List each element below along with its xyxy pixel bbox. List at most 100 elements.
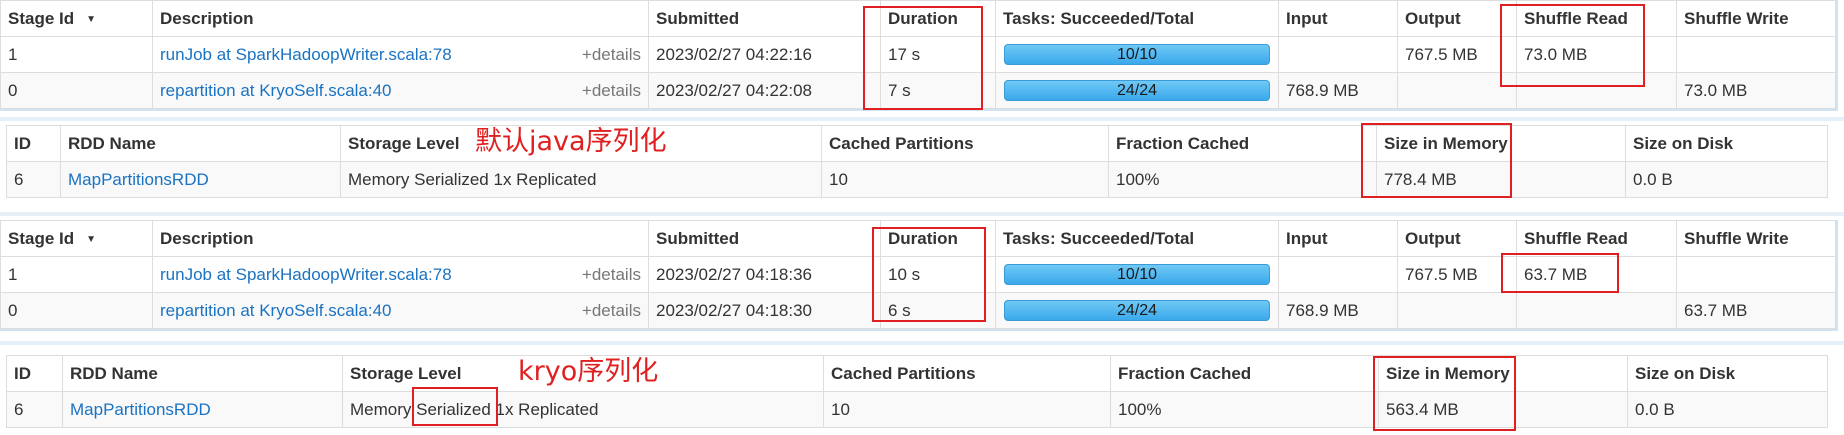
rdd-name: MapPartitionsRDD xyxy=(60,161,341,198)
col-shuffle-write[interactable]: Shuffle Write xyxy=(1676,0,1836,37)
col-stage-id[interactable]: Stage Id ▼ xyxy=(0,220,153,257)
stage-input xyxy=(1278,256,1398,293)
stage-tasks: 24/24 xyxy=(995,292,1279,329)
col-rdd-name[interactable]: RDD Name xyxy=(60,125,341,162)
rdd-link[interactable]: MapPartitionsRDD xyxy=(68,170,209,189)
sort-desc-icon[interactable]: ▼ xyxy=(86,14,96,25)
stage-duration: 17 s xyxy=(880,36,996,73)
stage-shuffle-read: 63.7 MB xyxy=(1516,256,1677,293)
stages-table-java: Stage Id ▼ Description Submitted Duration… xyxy=(0,0,1838,111)
stage-submitted: 2023/02/27 04:22:08 xyxy=(648,72,881,109)
col-shuffle-read[interactable]: Shuffle Read xyxy=(1516,220,1677,257)
annotation-java: 默认java序列化 xyxy=(475,126,667,157)
stage-description: runJob at SparkHadoopWriter.scala:78 +det… xyxy=(152,256,649,293)
stage-submitted: 2023/02/27 04:18:36 xyxy=(648,256,881,293)
table-row: 6 MapPartitionsRDD Memory Serialized 1x … xyxy=(6,391,1828,428)
tasks-progress-bar: 24/24 xyxy=(1004,300,1270,321)
stage-output xyxy=(1397,292,1517,329)
details-toggle[interactable]: +details xyxy=(582,301,648,321)
stage-description: runJob at SparkHadoopWriter.scala:78 +det… xyxy=(152,36,649,73)
stage-output: 767.5 MB xyxy=(1397,256,1517,293)
rdd-storage-level: Memory Serialized 1x Replicated xyxy=(342,391,824,428)
rdd-name: MapPartitionsRDD xyxy=(62,391,343,428)
stage-shuffle-write: 73.0 MB xyxy=(1676,72,1836,109)
col-stage-id[interactable]: Stage Id ▼ xyxy=(0,0,153,37)
col-cached-partitions[interactable]: Cached Partitions xyxy=(823,355,1111,392)
col-id[interactable]: ID xyxy=(6,125,61,162)
stage-input xyxy=(1278,36,1398,73)
col-duration[interactable]: Duration xyxy=(880,0,996,37)
col-id[interactable]: ID xyxy=(6,355,63,392)
storage-table-kryo: ID RDD Name Storage Level Cached Partiti… xyxy=(6,355,1828,428)
stage-id: 1 xyxy=(0,36,153,73)
stage-tasks: 10/10 xyxy=(995,36,1279,73)
stage-shuffle-write xyxy=(1676,256,1836,293)
table-row: 1 runJob at SparkHadoopWriter.scala:78 +d… xyxy=(0,256,1836,293)
rdd-link[interactable]: MapPartitionsRDD xyxy=(70,400,211,419)
stage-id: 0 xyxy=(0,292,153,329)
tasks-progress-bar: 10/10 xyxy=(1004,44,1270,65)
col-duration[interactable]: Duration xyxy=(880,220,996,257)
col-tasks[interactable]: Tasks: Succeeded/Total xyxy=(995,0,1279,37)
stage-description: repartition at KryoSelf.scala:40 +details xyxy=(152,292,649,329)
stage-duration: 6 s xyxy=(880,292,996,329)
stage-duration: 10 s xyxy=(880,256,996,293)
col-fraction-cached[interactable]: Fraction Cached xyxy=(1110,355,1379,392)
col-submitted[interactable]: Submitted xyxy=(648,220,881,257)
col-description[interactable]: Description xyxy=(152,0,649,37)
stage-shuffle-read: 73.0 MB xyxy=(1516,36,1677,73)
stage-output: 767.5 MB xyxy=(1397,36,1517,73)
stage-shuffle-write xyxy=(1676,36,1836,73)
rdd-size-in-memory: 778.4 MB xyxy=(1376,161,1626,198)
rdd-fraction-cached: 100% xyxy=(1110,391,1379,428)
annotation-kryo: kryo序列化 xyxy=(518,356,659,387)
stage-duration: 7 s xyxy=(880,72,996,109)
col-input[interactable]: Input xyxy=(1278,0,1398,37)
col-size-in-memory[interactable]: Size in Memory xyxy=(1378,355,1628,392)
col-size-on-disk[interactable]: Size on Disk xyxy=(1625,125,1828,162)
col-size-on-disk[interactable]: Size on Disk xyxy=(1627,355,1828,392)
sort-desc-icon[interactable]: ▼ xyxy=(86,234,96,245)
section-divider xyxy=(0,341,1844,345)
col-submitted[interactable]: Submitted xyxy=(648,0,881,37)
rdd-size-in-memory: 563.4 MB xyxy=(1378,391,1628,428)
stage-link[interactable]: repartition at KryoSelf.scala:40 xyxy=(160,81,392,100)
col-cached-partitions[interactable]: Cached Partitions xyxy=(821,125,1109,162)
stage-submitted: 2023/02/27 04:18:30 xyxy=(648,292,881,329)
stage-shuffle-read xyxy=(1516,292,1677,329)
rdd-cached-partitions: 10 xyxy=(821,161,1109,198)
col-output[interactable]: Output xyxy=(1397,0,1517,37)
details-toggle[interactable]: +details xyxy=(582,45,648,65)
col-output[interactable]: Output xyxy=(1397,220,1517,257)
details-toggle[interactable]: +details xyxy=(582,265,648,285)
col-input[interactable]: Input xyxy=(1278,220,1398,257)
col-shuffle-read[interactable]: Shuffle Read xyxy=(1516,0,1677,37)
stage-tasks: 24/24 xyxy=(995,72,1279,109)
section-divider xyxy=(0,212,1844,216)
rdd-storage-level: Memory Serialized 1x Replicated xyxy=(340,161,822,198)
stage-link[interactable]: runJob at SparkHadoopWriter.scala:78 xyxy=(160,45,452,64)
tasks-progress-bar: 10/10 xyxy=(1004,264,1270,285)
col-shuffle-write[interactable]: Shuffle Write xyxy=(1676,220,1836,257)
rdd-id: 6 xyxy=(6,391,63,428)
stage-input: 768.9 MB xyxy=(1278,292,1398,329)
rdd-size-on-disk: 0.0 B xyxy=(1625,161,1828,198)
stage-shuffle-read xyxy=(1516,72,1677,109)
stage-description: repartition at KryoSelf.scala:40 +details xyxy=(152,72,649,109)
stage-id: 0 xyxy=(0,72,153,109)
col-size-in-memory[interactable]: Size in Memory xyxy=(1376,125,1626,162)
stage-input: 768.9 MB xyxy=(1278,72,1398,109)
table-row: 0 repartition at KryoSelf.scala:40 +detai… xyxy=(0,292,1836,329)
stages-table-kryo: Stage Id ▼ Description Submitted Duration… xyxy=(0,220,1838,331)
col-description[interactable]: Description xyxy=(152,220,649,257)
details-toggle[interactable]: +details xyxy=(582,81,648,101)
col-rdd-name[interactable]: RDD Name xyxy=(62,355,343,392)
stage-submitted: 2023/02/27 04:22:16 xyxy=(648,36,881,73)
table-row: 1 runJob at SparkHadoopWriter.scala:78 +d… xyxy=(0,36,1836,73)
storage-level-serialized: Serialized xyxy=(416,399,491,419)
col-tasks[interactable]: Tasks: Succeeded/Total xyxy=(995,220,1279,257)
stage-link[interactable]: runJob at SparkHadoopWriter.scala:78 xyxy=(160,265,452,284)
col-fraction-cached[interactable]: Fraction Cached xyxy=(1108,125,1377,162)
stage-link[interactable]: repartition at KryoSelf.scala:40 xyxy=(160,301,392,320)
tasks-progress-bar: 24/24 xyxy=(1004,80,1270,101)
